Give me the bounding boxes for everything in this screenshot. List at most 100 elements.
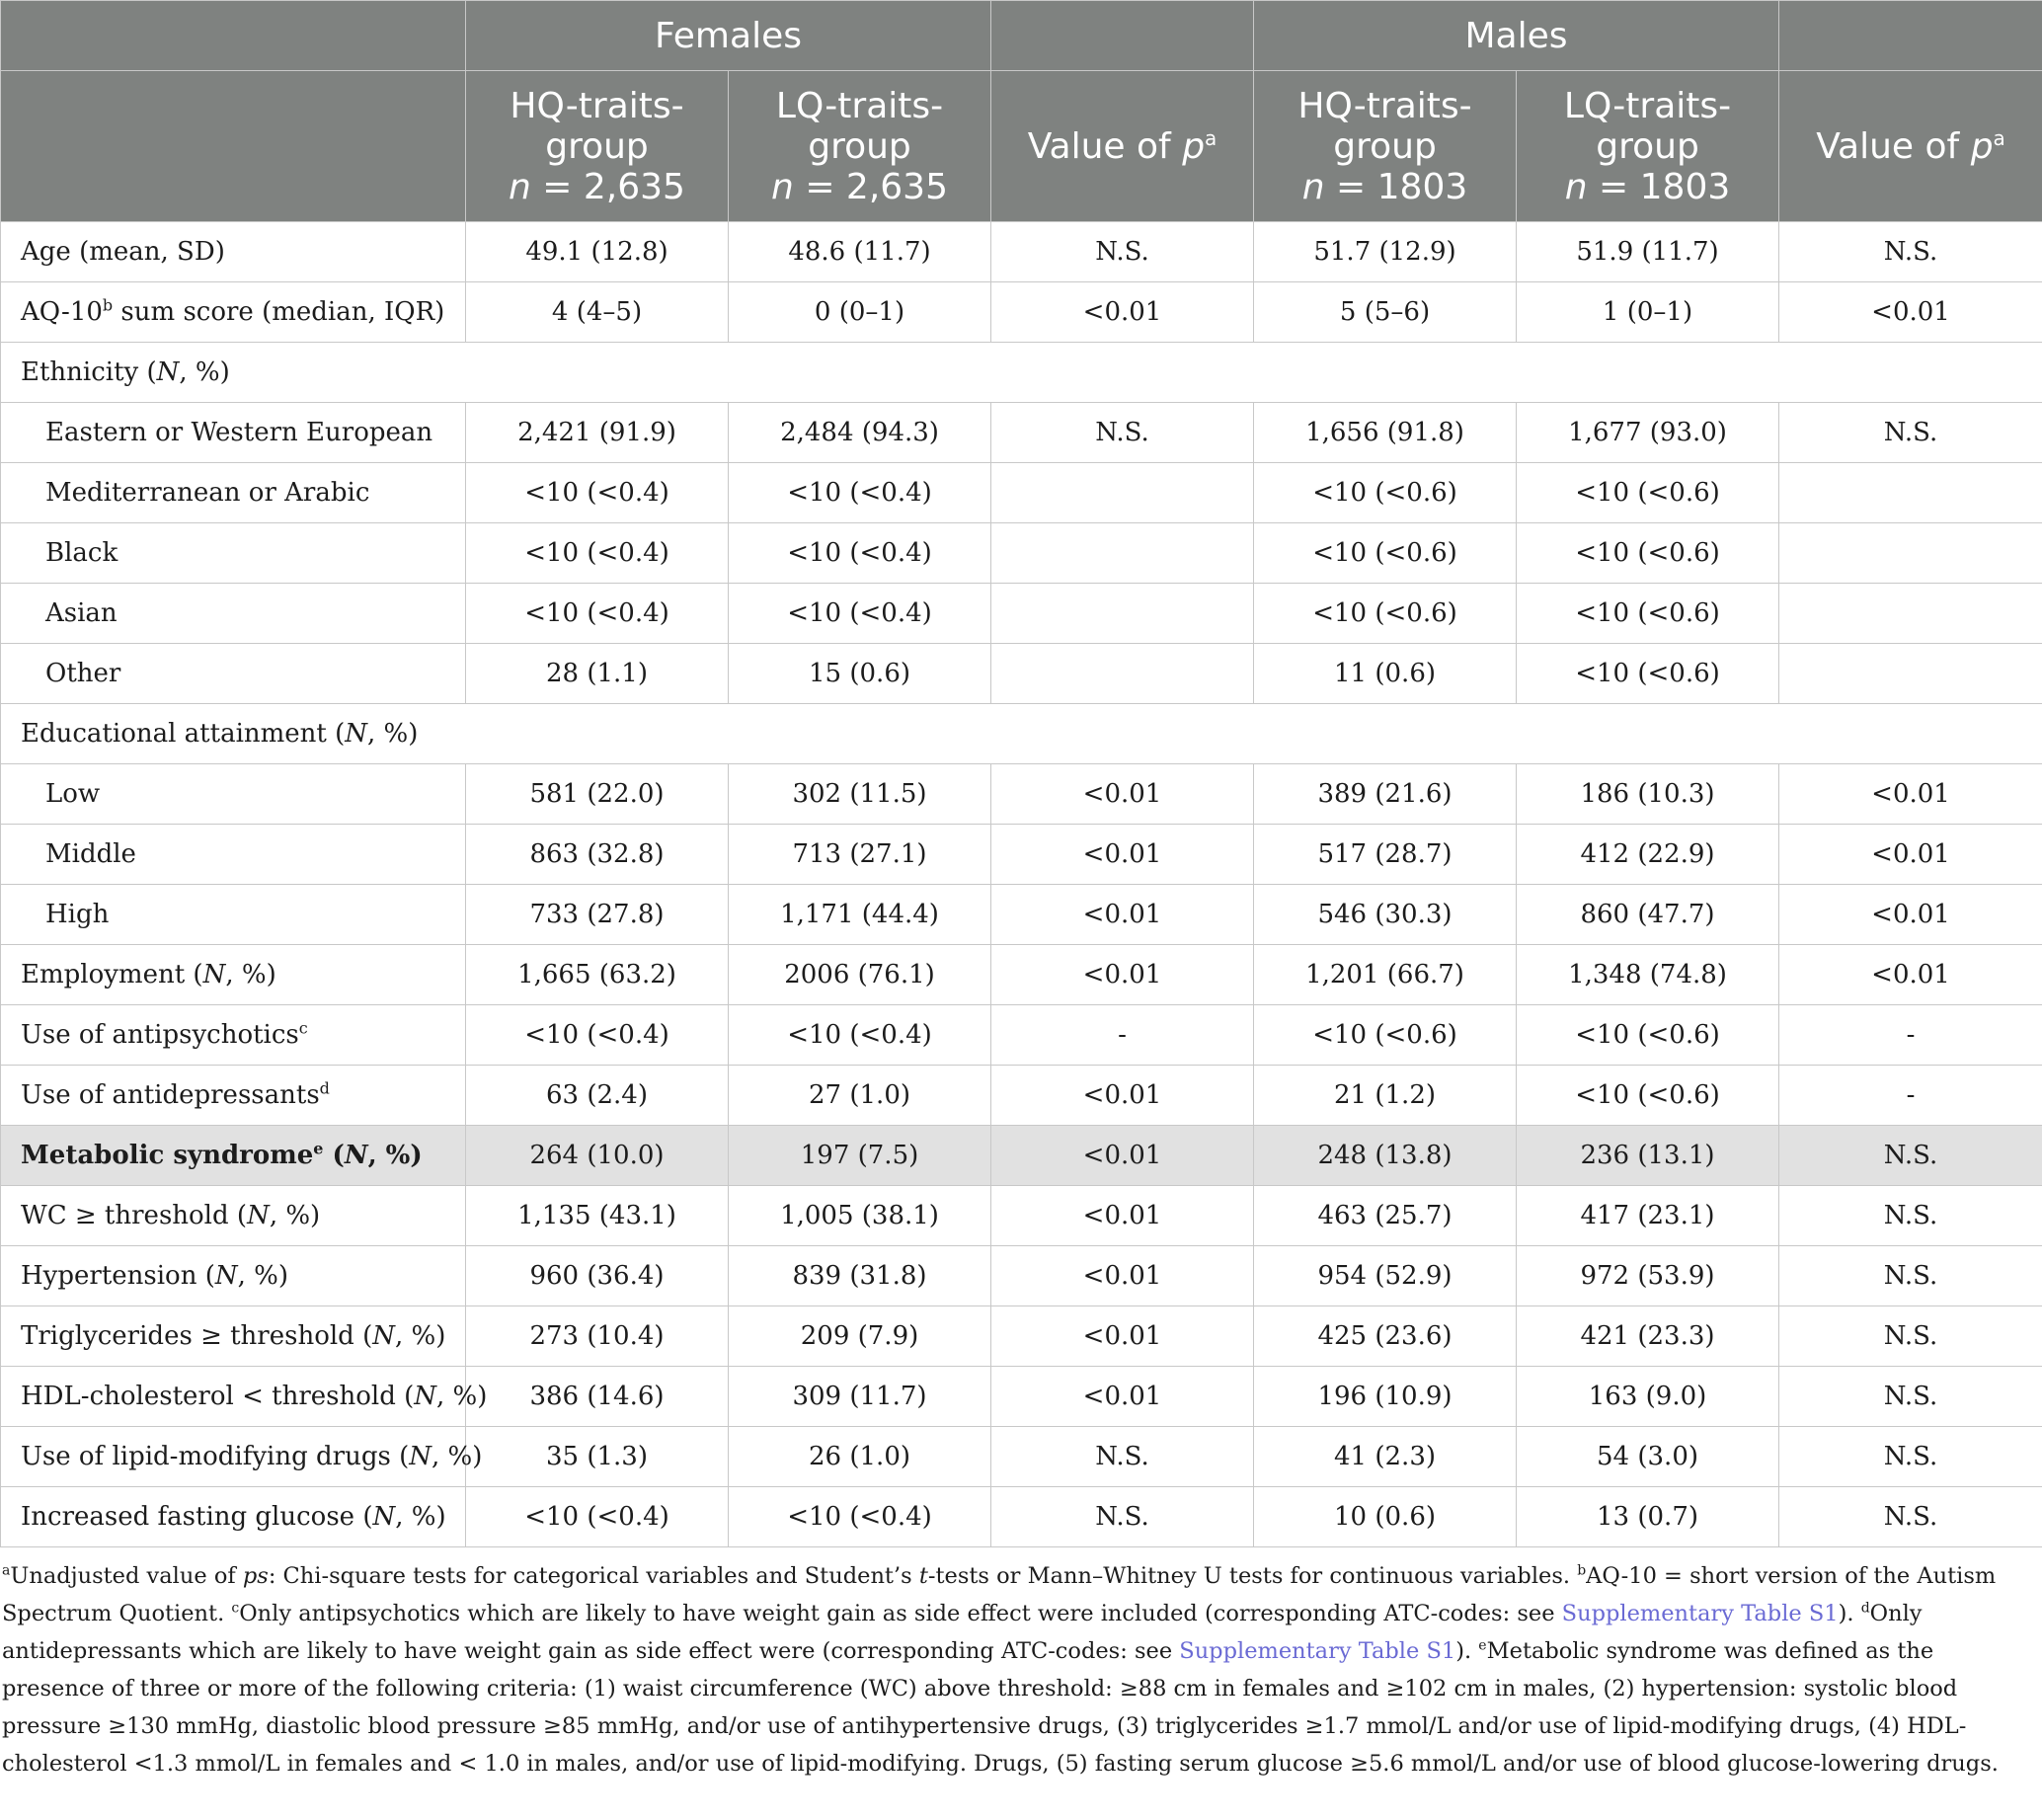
row-label-italic: N — [247, 1201, 270, 1230]
table-row: Low 581 (22.0) 302 (11.5) <0.01 389 (21.… — [0, 763, 2042, 825]
females-hq-cell: <10 (<0.4) — [465, 1004, 729, 1066]
females-pvalue-cell: <0.01 — [990, 1245, 1255, 1306]
row-label-text: Metabolic syndrome — [21, 1141, 314, 1170]
females-pvalue-cell: N.S. — [990, 221, 1255, 282]
males-hq-cell: 51.7 (12.9) — [1253, 221, 1518, 282]
females-hq-cell: 273 (10.4) — [465, 1306, 729, 1367]
row-label: Low — [0, 763, 466, 825]
row-label-text: , %) — [367, 719, 419, 749]
females-hq-cell: 863 (32.8) — [465, 824, 729, 885]
males-hq-cell: 41 (2.3) — [1253, 1426, 1518, 1487]
females-n-value: = 2,635 — [805, 166, 948, 207]
footnote-a-italic: ps — [242, 1563, 269, 1589]
results-table: Females Males HQ-traits-group n = 2,635 … — [0, 0, 2042, 1547]
males-pvalue-cell: N.S. — [1778, 221, 2042, 282]
females-hq-cell: <10 (<0.4) — [465, 583, 729, 644]
females-lq-cell: 2006 (76.1) — [727, 944, 992, 1005]
males-pvalue-cell: <0.01 — [1778, 824, 2042, 885]
row-label: WC ≥ threshold (N, %) — [0, 1185, 466, 1246]
header-empty-cell — [1778, 0, 2042, 71]
females-lq-cell: 1,005 (38.1) — [727, 1185, 992, 1246]
row-label: Middle — [0, 824, 466, 885]
females-lq-cell: 2,484 (94.3) — [727, 402, 992, 463]
footnote-marker: e — [313, 1139, 324, 1158]
table-row: High 733 (27.8) 1,171 (44.4) <0.01 546 (… — [0, 884, 2042, 945]
row-label-text: , %) — [395, 1502, 446, 1532]
supplementary-table-link[interactable]: Supplementary Table S1 — [1179, 1638, 1455, 1664]
header-empty-cell — [990, 0, 1255, 71]
row-label-text: Hypertension ( — [21, 1261, 215, 1291]
males-lq-cell: 421 (23.3) — [1516, 1306, 1780, 1367]
females-lq-cell: 309 (11.7) — [727, 1366, 992, 1427]
males-pvalue-cell: <0.01 — [1778, 944, 2042, 1005]
males-pvalue-cell: N.S. — [1778, 1306, 2042, 1367]
table-row: Mediterranean or Arabic <10 (<0.4) <10 (… — [0, 462, 2042, 523]
females-pvalue-cell: <0.01 — [990, 1185, 1255, 1246]
row-label: AQ-10b sum score (median, IQR) — [0, 281, 466, 343]
males-lq-cell: <10 (<0.6) — [1516, 1004, 1780, 1066]
table-row-highlighted: Metabolic syndromee (N, %) 264 (10.0) 19… — [0, 1125, 2042, 1186]
header-males: Males — [1253, 0, 1780, 71]
males-lq-cell: 54 (3.0) — [1516, 1426, 1780, 1487]
table-row: Other 28 (1.1) 15 (0.6) 11 (0.6) <10 (<0… — [0, 643, 2042, 704]
row-label-text: sum score (median, IQR) — [113, 297, 445, 327]
males-n-value: = 1803 — [1336, 166, 1468, 207]
row-label-italic: N — [156, 357, 180, 387]
females-lq-cell: 839 (31.8) — [727, 1245, 992, 1306]
females-lq-cell: 713 (27.1) — [727, 824, 992, 885]
males-hq-cell: <10 (<0.6) — [1253, 462, 1518, 523]
row-label-text: , %) — [225, 960, 276, 989]
table-row: Age (mean, SD) 49.1 (12.8) 48.6 (11.7) N… — [0, 221, 2042, 282]
table-row: Increased fasting glucose (N, %) <10 (<0… — [0, 1486, 2042, 1547]
males-lq-cell: 236 (13.1) — [1516, 1125, 1780, 1186]
males-hq-cell: <10 (<0.6) — [1253, 583, 1518, 644]
females-lq-cell: <10 (<0.4) — [727, 462, 992, 523]
table-footnotes: aUnadjusted value of ps: Chi-square test… — [0, 1547, 2042, 1782]
row-label: Age (mean, SD) — [0, 221, 466, 282]
row-label-italic: N — [345, 719, 368, 749]
males-hq-cell: 389 (21.6) — [1253, 763, 1518, 825]
header-row-columns: HQ-traits-group n = 2,635 LQ-traits-grou… — [0, 70, 2042, 222]
row-label: Other — [0, 643, 466, 704]
footnote-marker: b — [1577, 1562, 1587, 1579]
header-empty-cell — [0, 0, 466, 71]
header-empty-cell — [0, 70, 466, 222]
table-row: Hypertension (N, %) 960 (36.4) 839 (31.8… — [0, 1245, 2042, 1306]
males-lq-cell: 412 (22.9) — [1516, 824, 1780, 885]
males-n-value: = 1803 — [1599, 166, 1731, 207]
table-body: Age (mean, SD) 49.1 (12.8) 48.6 (11.7) N… — [0, 221, 2042, 1547]
footnote-a-text: : Chi-square tests for categorical varia… — [268, 1563, 919, 1589]
females-pvalue-cell — [990, 522, 1255, 584]
row-label-italic: N — [414, 1382, 436, 1411]
row-label-text: Use of lipid-modifying drugs ( — [21, 1442, 410, 1471]
females-lq-cell: <10 (<0.4) — [727, 583, 992, 644]
males-pvalue-cell: - — [1778, 1065, 2042, 1126]
females-pvalue-cell: <0.01 — [990, 1306, 1255, 1367]
males-hq-cell: 5 (5–6) — [1253, 281, 1518, 343]
males-pvalue-cell — [1778, 643, 2042, 704]
footnote-d-text: ). — [1455, 1638, 1479, 1664]
males-hq-cell: 10 (0.6) — [1253, 1486, 1518, 1547]
row-label: High — [0, 884, 466, 945]
males-lq-cell: 417 (23.1) — [1516, 1185, 1780, 1246]
males-pvalue-cell: <0.01 — [1778, 884, 2042, 945]
males-pvalue-cell: - — [1778, 1004, 2042, 1066]
supplementary-table-link[interactable]: Supplementary Table S1 — [1562, 1601, 1839, 1626]
lq-title: LQ-traits-group — [1563, 85, 1732, 167]
males-hq-cell: 1,201 (66.7) — [1253, 944, 1518, 1005]
header-males-lq: LQ-traits-group n = 1803 — [1516, 70, 1780, 222]
row-label-italic: N — [202, 960, 226, 989]
females-pvalue-cell: - — [990, 1004, 1255, 1066]
row-label-text: Increased fasting glucose ( — [21, 1502, 373, 1532]
males-lq-cell: <10 (<0.6) — [1516, 462, 1780, 523]
females-pvalue-cell: N.S. — [990, 1426, 1255, 1487]
row-label: Metabolic syndromee (N, %) — [0, 1125, 466, 1186]
males-hq-cell: 21 (1.2) — [1253, 1065, 1518, 1126]
males-lq-cell: 972 (53.9) — [1516, 1245, 1780, 1306]
table-row: HDL-cholesterol < threshold (N, %) 386 (… — [0, 1366, 2042, 1427]
footnote-a-italic: t — [918, 1563, 928, 1589]
females-hq-cell: 960 (36.4) — [465, 1245, 729, 1306]
hq-title: HQ-traits-group — [1297, 85, 1472, 167]
males-lq-cell: 163 (9.0) — [1516, 1366, 1780, 1427]
row-label-text: , %) — [431, 1442, 483, 1471]
